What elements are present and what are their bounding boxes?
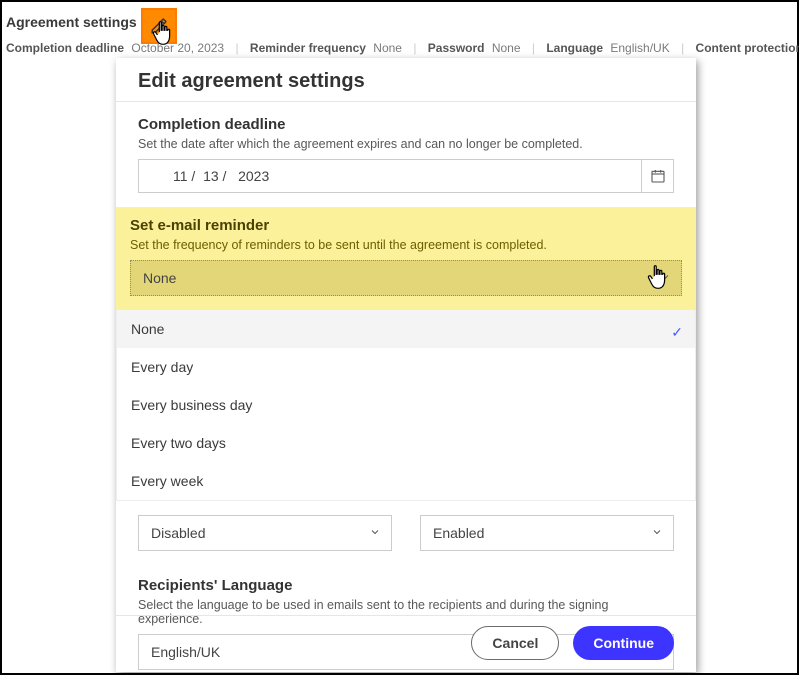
edit-agreement-button[interactable] [141, 8, 177, 44]
chevron-down-icon [659, 270, 671, 286]
calendar-button[interactable] [641, 160, 673, 192]
protection-row: Disabled Enabled [138, 515, 674, 551]
agreement-settings-title: Agreement settings [6, 14, 137, 30]
language-sub: Select the language to be used in emails… [138, 598, 674, 626]
completion-deadline-input[interactable] [138, 159, 674, 193]
completion-deadline-field [138, 159, 674, 193]
dialog-title: Edit agreement settings [138, 70, 674, 93]
external-protection-value: Enabled [433, 525, 484, 541]
summary-password-value: None [492, 41, 521, 55]
language-heading: Recipients' Language [138, 577, 674, 594]
reminder-option-label: Every week [131, 473, 203, 489]
reminder-section: Set e-mail reminder Set the frequency of… [116, 207, 696, 310]
continue-button[interactable]: Continue [573, 626, 674, 660]
edit-agreement-dialog: Edit agreement settings Completion deadl… [116, 58, 696, 672]
reminder-option[interactable]: Every two days [117, 424, 695, 462]
external-protection-select[interactable]: Enabled [420, 515, 674, 551]
reminder-frequency-dropdown[interactable]: None [130, 260, 682, 296]
summary-language-value: English/UK [610, 41, 669, 55]
reminder-heading: Set e-mail reminder [130, 217, 682, 234]
reminder-option[interactable]: None ✓ [117, 310, 695, 348]
summary-reminder-value: None [373, 41, 402, 55]
calendar-icon [650, 168, 666, 184]
completion-deadline-sub: Set the date after which the agreement e… [138, 137, 674, 151]
reminder-option-label: Every two days [131, 435, 226, 451]
divider [116, 101, 696, 102]
summary-completion-label: Completion deadline [6, 41, 124, 55]
chevron-down-icon [651, 525, 663, 541]
chevron-down-icon [369, 525, 381, 541]
summary-protection-label: Content protection [696, 41, 799, 55]
reminder-option-label: Every business day [131, 397, 252, 413]
dialog-footer: Cancel Continue [471, 626, 674, 660]
completion-deadline-heading: Completion deadline [138, 116, 674, 133]
reminder-option[interactable]: Every day [117, 348, 695, 386]
internal-protection-select[interactable]: Disabled [138, 515, 392, 551]
reminder-options-list: None ✓ Every day Every business day Ever… [116, 310, 696, 501]
checkmark-icon: ✓ [671, 324, 683, 341]
summary-language-label: Language [546, 41, 603, 55]
page-header: Agreement settings [6, 14, 793, 32]
cancel-button[interactable]: Cancel [471, 626, 559, 660]
settings-summary-bar: Completion deadline October 20, 2023 | R… [6, 41, 793, 55]
internal-protection-value: Disabled [151, 525, 205, 541]
reminder-option[interactable]: Every business day [117, 386, 695, 424]
summary-reminder-label: Reminder frequency [250, 41, 366, 55]
footer-divider [116, 615, 696, 616]
reminder-option-label: None [131, 321, 164, 337]
reminder-sub: Set the frequency of reminders to be sen… [130, 238, 682, 252]
reminder-frequency-value: None [143, 270, 176, 286]
pencil-icon [150, 17, 168, 35]
language-value: English/UK [151, 644, 220, 660]
reminder-option-label: Every day [131, 359, 193, 375]
reminder-option[interactable]: Every week [117, 462, 695, 500]
summary-password-label: Password [428, 41, 485, 55]
